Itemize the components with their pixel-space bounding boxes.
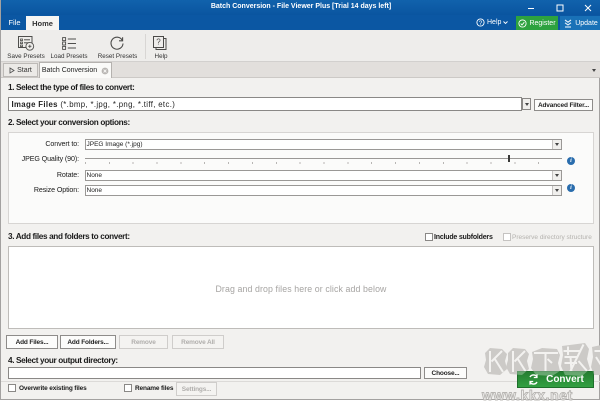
svg-text:?: ?: [156, 38, 161, 47]
